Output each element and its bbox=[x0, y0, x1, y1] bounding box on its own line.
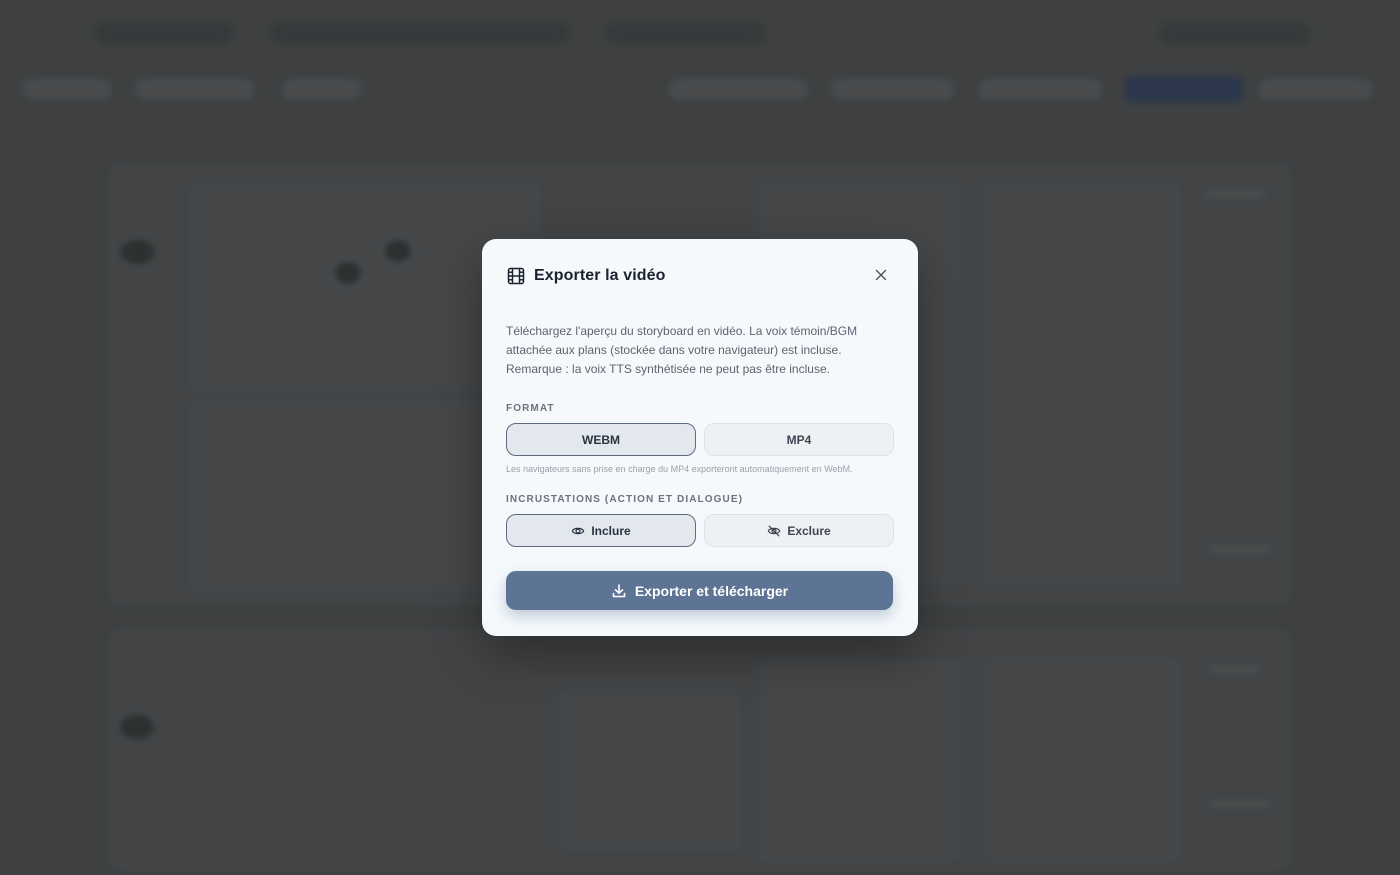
exclude-label: Exclure bbox=[787, 523, 831, 538]
export-video-dialog: Exporter la vidéo Téléchargez l'aperçu d… bbox=[482, 239, 918, 636]
export-button-label: Exporter et télécharger bbox=[634, 582, 789, 599]
format-selector: WEBM MP4 bbox=[506, 423, 894, 456]
eye-icon bbox=[571, 524, 585, 538]
format-mp4-button[interactable]: MP4 bbox=[704, 423, 894, 456]
format-label: FORMAT bbox=[506, 403, 555, 414]
close-button[interactable] bbox=[872, 268, 890, 286]
exclude-overlays-button[interactable]: Exclure bbox=[704, 514, 894, 547]
overlays-selector: Inclure Exclure bbox=[506, 514, 894, 547]
format-webm-button[interactable]: WEBM bbox=[506, 423, 696, 456]
overlays-label: INCRUSTATIONS (ACTION ET DIALOGUE) bbox=[506, 494, 744, 505]
dialog-header: Exporter la vidéo bbox=[506, 263, 894, 289]
dialog-description: Téléchargez l'aperçu du storyboard en vi… bbox=[506, 324, 858, 376]
format-hint: Les navigateurs sans prise en charge du … bbox=[506, 464, 853, 474]
download-icon bbox=[611, 583, 627, 599]
eye-off-icon bbox=[767, 524, 781, 538]
export-download-button[interactable]: Exporter et télécharger bbox=[506, 571, 893, 610]
include-overlays-button[interactable]: Inclure bbox=[506, 514, 696, 547]
include-label: Inclure bbox=[591, 523, 631, 538]
film-icon bbox=[506, 266, 526, 286]
dialog-title: Exporter la vidéo bbox=[534, 267, 666, 284]
close-icon bbox=[875, 268, 887, 286]
